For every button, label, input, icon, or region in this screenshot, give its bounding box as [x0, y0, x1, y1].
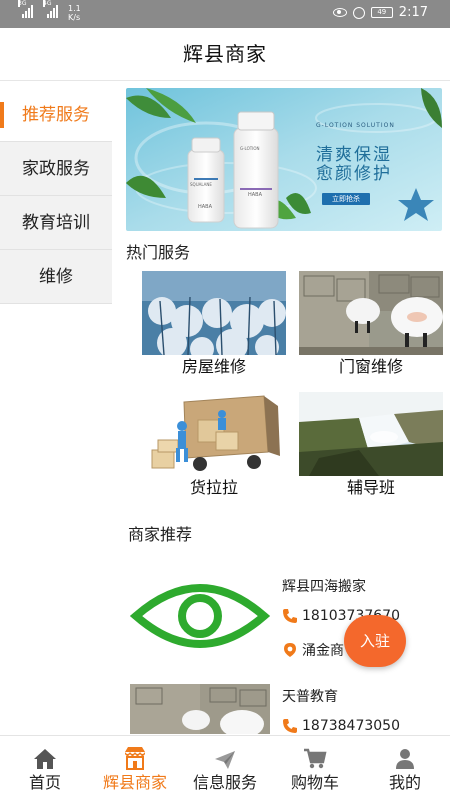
house-repair-image [142, 271, 286, 355]
category-sidebar: 推荐服务 家政服务 教育培训 维修 [0, 88, 112, 304]
main-content: SQUALANE HABA G-LOTION HABA G-LOTION SOL… [126, 88, 443, 505]
merchant-address: 涌金商 [302, 643, 344, 659]
merchant-logo-image [130, 684, 270, 734]
sidebar-item-label: 家政服务 [22, 159, 90, 179]
net-speed: 1.1 K/s [68, 4, 81, 22]
status-time: 2:17 [398, 5, 428, 20]
bottom-tab-bar: 首页 辉县商家 信息服务 购物车 我的 [0, 735, 450, 800]
banner-image [126, 88, 442, 231]
phone-icon [283, 609, 297, 623]
sidebar-item-repair[interactable]: 维修 [0, 250, 112, 304]
hot-services-title: 热门服务 [126, 243, 191, 262]
service-house-repair[interactable]: 房屋维修 [142, 271, 286, 377]
service-label: 门窗维修 [338, 357, 403, 376]
tab-label: 首页 [28, 773, 61, 792]
eye-comfort-icon [332, 8, 347, 17]
service-label: 货拉拉 [189, 478, 238, 497]
battery-icon: 49 [370, 7, 393, 18]
service-tutoring[interactable]: 辅导班 [299, 392, 443, 498]
user-icon [396, 749, 414, 769]
signal-icon: 3G [18, 0, 33, 18]
service-door-window-repair[interactable]: 门窗维修 [299, 271, 443, 377]
send-icon [215, 751, 235, 769]
banner-buy-button[interactable]: 立即抢杀 [322, 193, 370, 205]
service-label: 辅导班 [346, 478, 395, 497]
door-window-repair-image [299, 271, 443, 355]
tutoring-waterfall-image [299, 392, 443, 476]
eye-logo-image [130, 584, 270, 648]
tab-label: 购物车 [290, 773, 339, 792]
bottle-name-small: SQUALANE [190, 182, 212, 187]
sidebar-item-education[interactable]: 教育培训 [0, 196, 112, 250]
tab-label: 信息服务 [192, 773, 257, 792]
banner-headline: 清爽保湿 愈颜修护 [316, 146, 392, 184]
merchant-name: 天普教育 [282, 689, 338, 705]
merchant-card[interactable]: 天普教育 18738473050 [130, 684, 430, 734]
banner-headline-1: 清爽保湿 [316, 145, 392, 165]
network-type-3g: 3G [18, 0, 27, 7]
net-speed-value: 1.1 [68, 4, 81, 13]
status-bar: 3G 4G 1.1 K/s 49 2:17 [0, 0, 450, 28]
hot-services-grid: 房屋维修 门窗维修 货拉拉 辅导班 [126, 265, 443, 505]
tab-merchants[interactable]: 辉县商家 [90, 736, 180, 800]
sidebar-item-label: 推荐服务 [22, 105, 90, 125]
tab-label: 辉县商家 [102, 773, 167, 792]
sidebar-item-recommended[interactable]: 推荐服务 [0, 88, 112, 142]
phone-icon [283, 719, 297, 733]
merchant-name: 辉县四海搬家 [282, 579, 366, 595]
banner-subtitle: G-LOTION SOLUTION [316, 122, 395, 129]
bottle-brand-large: HABA [248, 192, 263, 198]
bottle-brand-small: HABA [198, 204, 213, 210]
service-freight[interactable]: 货拉拉 [142, 392, 286, 498]
home-icon [34, 749, 56, 769]
network-type-4g: 4G [43, 0, 52, 7]
promo-banner[interactable]: SQUALANE HABA G-LOTION HABA G-LOTION SOL… [126, 88, 442, 231]
sidebar-item-label: 维修 [39, 267, 73, 287]
sidebar-item-label: 教育培训 [22, 213, 90, 233]
signal-icon-2: 4G [43, 0, 58, 18]
alarm-icon [352, 6, 365, 19]
tab-home[interactable]: 首页 [0, 736, 90, 800]
page-title: 辉县商家 [183, 42, 267, 66]
status-right: 49 2:17 [332, 5, 428, 20]
cart-icon [304, 748, 327, 769]
tab-cart[interactable]: 购物车 [270, 736, 360, 800]
freight-truck-image [142, 392, 286, 476]
app-header: 辉县商家 [0, 28, 450, 81]
status-signals: 3G 4G 1.1 K/s [18, 0, 81, 22]
tab-profile[interactable]: 我的 [360, 736, 450, 800]
tab-label: 我的 [388, 773, 421, 792]
merchant-address-row: 涌金商 [282, 640, 344, 660]
net-speed-unit: K/s [68, 13, 81, 22]
banner-headline-2: 愈颜修护 [316, 164, 392, 184]
tab-info-service[interactable]: 信息服务 [180, 736, 270, 800]
join-merchant-button[interactable]: 入驻 [344, 615, 406, 667]
service-label: 房屋维修 [181, 357, 246, 376]
bottle-name-large: G-LOTION [240, 146, 260, 151]
location-pin-icon [284, 643, 296, 657]
merchant-phone: 18738473050 [302, 718, 400, 734]
merchant-phone-row[interactable]: 18738473050 [282, 718, 400, 734]
sidebar-item-housekeeping[interactable]: 家政服务 [0, 142, 112, 196]
store-icon [125, 747, 145, 770]
merchant-section-title: 商家推荐 [128, 525, 193, 544]
